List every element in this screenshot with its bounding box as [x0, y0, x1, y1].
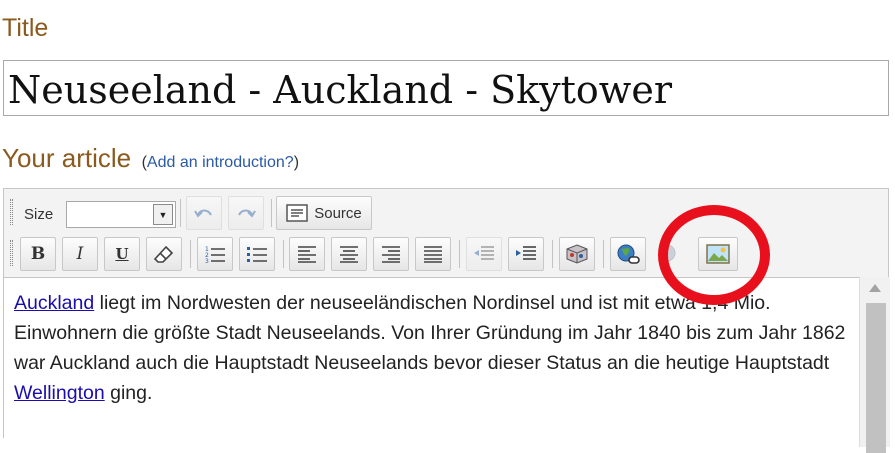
toolbar-row-2: B I U 123 [4, 234, 888, 274]
unlink-icon [658, 244, 676, 262]
toolbar-separator [603, 240, 604, 268]
align-right-icon [382, 246, 400, 263]
outdent-icon [474, 246, 494, 260]
unlink-button[interactable] [652, 237, 682, 271]
chevron-down-icon[interactable]: ▼ [153, 204, 173, 225]
article-label: Your article [2, 143, 132, 173]
globe-link-icon [617, 244, 640, 264]
indent-button[interactable] [508, 237, 544, 271]
toolbar-grip-icon[interactable] [10, 199, 13, 225]
numbered-list-icon: 123 [205, 246, 225, 264]
rich-text-editor: Size ▼ Source B I U 123 Auckland liegt i… [3, 188, 890, 453]
insert-link-button[interactable] [610, 237, 646, 271]
auckland-link[interactable]: Auckland [14, 292, 94, 314]
underline-button[interactable]: U [104, 237, 140, 271]
toolbar-separator [180, 199, 181, 227]
svg-text:3: 3 [205, 258, 209, 264]
toolbar-separator [459, 240, 460, 268]
editor-content[interactable]: Auckland liegt im Nordwesten der neuseel… [4, 277, 859, 447]
scroll-up-arrow-icon[interactable] [869, 284, 881, 292]
align-right-button[interactable] [373, 237, 409, 271]
insert-image-button[interactable] [698, 237, 738, 271]
align-center-button[interactable] [331, 237, 367, 271]
remove-format-button[interactable] [146, 237, 182, 271]
size-select[interactable]: ▼ [66, 201, 176, 228]
bold-button[interactable]: B [20, 237, 56, 271]
undo-icon [194, 209, 212, 218]
editor-scrollbar[interactable] [859, 277, 890, 453]
outdent-button[interactable] [466, 237, 502, 271]
content-text-2: ging. [104, 382, 153, 404]
justify-button[interactable] [415, 237, 451, 271]
align-left-button[interactable] [289, 237, 325, 271]
article-header: Your article (Add an introduction?) [2, 143, 299, 174]
align-left-icon [298, 246, 316, 263]
scrollbar-thumb[interactable] [866, 303, 886, 453]
toolbar-separator [283, 240, 284, 268]
wellington-link[interactable]: Wellington [14, 382, 105, 404]
eraser-icon [154, 245, 174, 263]
source-icon [286, 204, 308, 222]
italic-button[interactable]: I [62, 237, 98, 271]
box-icon [566, 244, 588, 264]
title-label: Title [2, 14, 49, 42]
bulleted-list-icon [247, 247, 267, 262]
redo-icon [238, 209, 256, 218]
undo-button[interactable] [186, 196, 222, 230]
redo-button[interactable] [228, 196, 264, 230]
toolbar-separator [552, 240, 553, 268]
add-introduction-link[interactable]: Add an introduction? [147, 154, 294, 171]
image-icon [706, 244, 730, 264]
toolbar-grip-icon[interactable] [10, 240, 13, 266]
toolbar-separator [190, 240, 191, 268]
justify-icon [424, 246, 442, 263]
content-text-1: liegt im Nordwesten der neuseeländischen… [14, 292, 846, 374]
title-input[interactable]: Neuseeland - Auckland - Skytower [3, 60, 889, 116]
numbered-list-button[interactable]: 123 [197, 237, 233, 271]
toolbar-separator [271, 199, 272, 227]
source-button[interactable]: Source [276, 196, 372, 230]
intro-close-paren: ) [293, 154, 300, 171]
source-label: Source [314, 204, 362, 222]
intro-wrapper: (Add an introduction?) [142, 154, 299, 171]
bulleted-list-button[interactable] [239, 237, 275, 271]
toolbar-row-1: Size ▼ Source [4, 193, 888, 233]
insert-widget-button[interactable] [559, 237, 595, 271]
indent-icon [516, 246, 536, 260]
size-label: Size [24, 206, 54, 223]
align-center-icon [340, 246, 358, 263]
